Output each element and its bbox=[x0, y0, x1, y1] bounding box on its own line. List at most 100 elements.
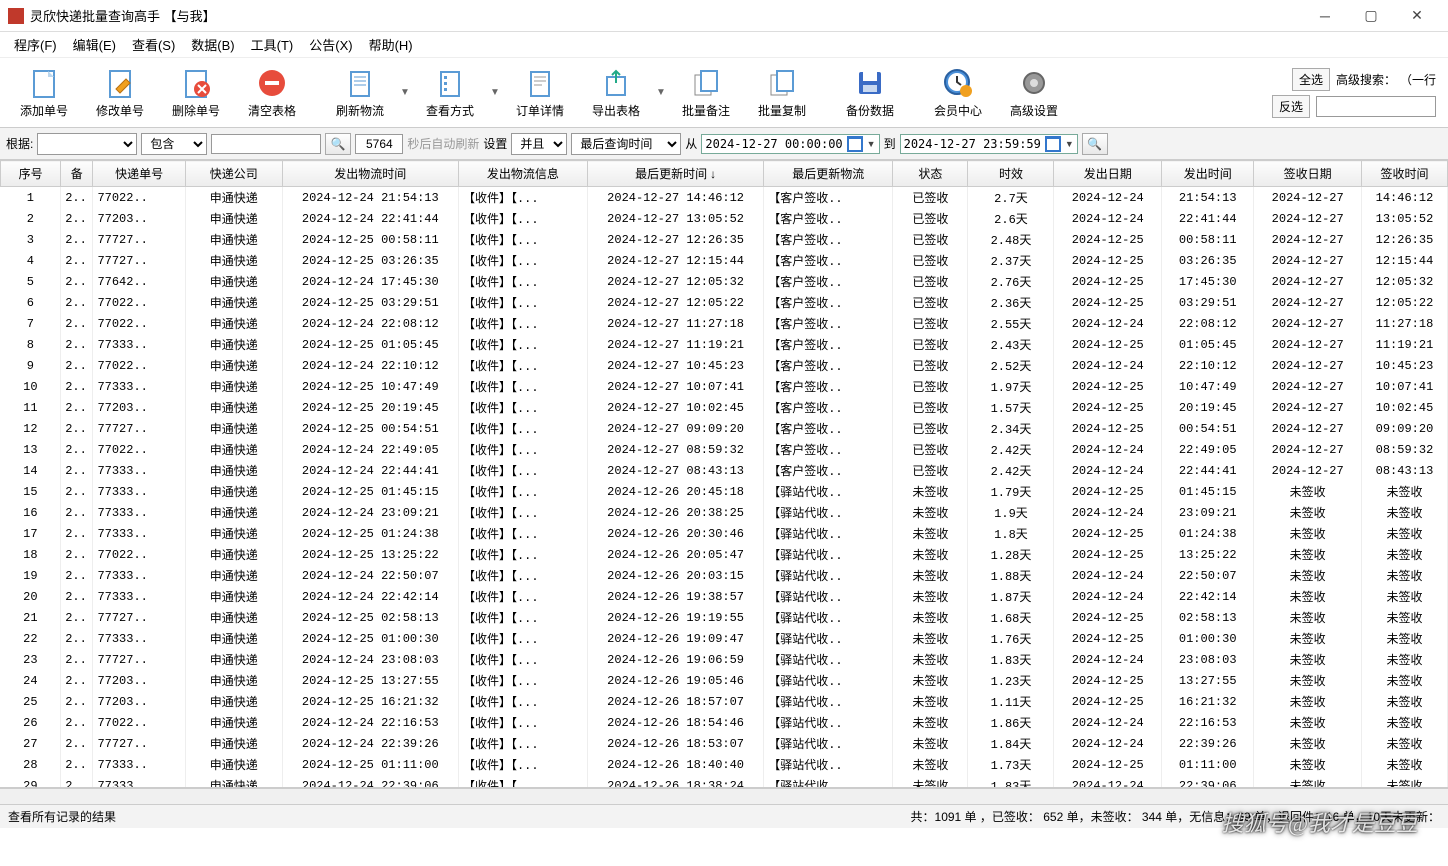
menu-help[interactable]: 帮助(H) bbox=[361, 32, 421, 57]
refresh-button[interactable]: 刷新物流 bbox=[324, 63, 396, 123]
lastquery-select[interactable]: 最后查询时间 bbox=[571, 133, 681, 155]
table-row[interactable]: 282..77333..申通快递2024-12-25 01:11:00【收件】【… bbox=[1, 754, 1448, 775]
table-row[interactable]: 202..77333..申通快递2024-12-24 22:42:14【收件】【… bbox=[1, 586, 1448, 607]
calendar-icon bbox=[847, 136, 863, 152]
dropdown-arrow-icon[interactable]: ▼ bbox=[488, 87, 502, 98]
data-table: 序号 备 快递单号 快递公司 发出物流时间 发出物流信息 最后更新时间 ↓ 最后… bbox=[0, 160, 1448, 788]
batchcopy-button[interactable]: 批量复制 bbox=[746, 63, 818, 123]
table-row[interactable]: 92..77022..申通快递2024-12-24 22:10:12【收件】【.… bbox=[1, 355, 1448, 376]
table-row[interactable]: 292..77333..申通快递2024-12-24 22:39:06【收件】【… bbox=[1, 775, 1448, 788]
count-input[interactable] bbox=[355, 134, 403, 154]
delete-number-button[interactable]: 删除单号 bbox=[160, 63, 232, 123]
minimize-button[interactable]: ─ bbox=[1302, 1, 1348, 31]
col-senttime[interactable]: 发出物流时间 bbox=[282, 161, 458, 187]
titlebar: 灵欣快递批量查询高手 【与我】 ─ ▢ ✕ bbox=[0, 0, 1448, 32]
date-to-input[interactable]: 2024-12-27 23:59:59 ▼ bbox=[900, 134, 1078, 154]
col-lastlog[interactable]: 最后更新物流 bbox=[764, 161, 893, 187]
col-sentdate[interactable]: 发出日期 bbox=[1054, 161, 1162, 187]
table-row[interactable]: 182..77022..申通快递2024-12-25 13:25:22【收件】【… bbox=[1, 544, 1448, 565]
table-row[interactable]: 232..77727..申通快递2024-12-24 23:08:03【收件】【… bbox=[1, 649, 1448, 670]
table-container: 序号 备 快递单号 快递公司 发出物流时间 发出物流信息 最后更新时间 ↓ 最后… bbox=[0, 160, 1448, 788]
document-add-icon bbox=[28, 67, 60, 99]
table-row[interactable]: 132..77022..申通快递2024-12-24 22:49:05【收件】【… bbox=[1, 439, 1448, 460]
advsearch-input[interactable] bbox=[1316, 96, 1436, 117]
export-icon bbox=[600, 67, 632, 99]
batchnote-button[interactable]: 批量备注 bbox=[670, 63, 742, 123]
genju-select[interactable] bbox=[37, 133, 137, 155]
settings-link[interactable]: 设置 bbox=[483, 135, 507, 152]
col-signdate[interactable]: 签收日期 bbox=[1254, 161, 1362, 187]
table-row[interactable]: 252..77203..申通快递2024-12-25 16:21:32【收件】【… bbox=[1, 691, 1448, 712]
maximize-button[interactable]: ▢ bbox=[1348, 1, 1394, 31]
menu-tools[interactable]: 工具(T) bbox=[243, 32, 302, 57]
menu-data[interactable]: 数据(B) bbox=[183, 32, 242, 57]
col-lastupdate[interactable]: 最后更新时间 ↓ bbox=[587, 161, 763, 187]
table-row[interactable]: 62..77022..申通快递2024-12-25 03:29:51【收件】【.… bbox=[1, 292, 1448, 313]
col-company[interactable]: 快递公司 bbox=[185, 161, 282, 187]
table-row[interactable]: 262..77022..申通快递2024-12-24 22:16:53【收件】【… bbox=[1, 712, 1448, 733]
table-row[interactable]: 42..77727..申通快递2024-12-25 03:26:35【收件】【.… bbox=[1, 250, 1448, 271]
copy-icon bbox=[766, 67, 798, 99]
table-row[interactable]: 242..77203..申通快递2024-12-25 13:27:55【收件】【… bbox=[1, 670, 1448, 691]
col-mark[interactable]: 备 bbox=[61, 161, 93, 187]
select-invert-button[interactable]: 反选 bbox=[1272, 95, 1310, 118]
document-edit-icon bbox=[104, 67, 136, 99]
horizontal-scrollbar[interactable] bbox=[0, 788, 1448, 804]
dropdown-arrow-icon[interactable]: ▼ bbox=[398, 87, 412, 98]
menubar: 程序(F) 编辑(E) 查看(S) 数据(B) 工具(T) 公告(X) 帮助(H… bbox=[0, 32, 1448, 58]
search-button[interactable]: 🔍 bbox=[325, 133, 351, 155]
export-button[interactable]: 导出表格 bbox=[580, 63, 652, 123]
genju-label: 根据: bbox=[6, 135, 33, 152]
table-row[interactable]: 192..77333..申通快递2024-12-24 22:50:07【收件】【… bbox=[1, 565, 1448, 586]
document-delete-icon bbox=[180, 67, 212, 99]
select-all-button[interactable]: 全选 bbox=[1292, 68, 1330, 91]
table-row[interactable]: 82..77333..申通快递2024-12-25 01:05:45【收件】【.… bbox=[1, 334, 1448, 355]
table-row[interactable]: 152..77333..申通快递2024-12-25 01:45:15【收件】【… bbox=[1, 481, 1448, 502]
table-row[interactable]: 142..77333..申通快递2024-12-24 22:44:41【收件】【… bbox=[1, 460, 1448, 481]
table-row[interactable]: 22..77203..申通快递2024-12-24 22:41:44【收件】【.… bbox=[1, 208, 1448, 229]
search-icon: 🔍 bbox=[331, 137, 346, 151]
and-select[interactable]: 并且 bbox=[511, 133, 567, 155]
menu-program[interactable]: 程序(F) bbox=[6, 32, 65, 57]
table-row[interactable]: 52..77642..申通快递2024-12-24 17:45:30【收件】【.… bbox=[1, 271, 1448, 292]
col-num[interactable]: 快递单号 bbox=[93, 161, 185, 187]
menu-view[interactable]: 查看(S) bbox=[124, 32, 183, 57]
backup-button[interactable]: 备份数据 bbox=[834, 63, 906, 123]
date-search-button[interactable]: 🔍 bbox=[1082, 133, 1108, 155]
col-sentinfo[interactable]: 发出物流信息 bbox=[458, 161, 587, 187]
menu-announce[interactable]: 公告(X) bbox=[301, 32, 360, 57]
col-seq[interactable]: 序号 bbox=[1, 161, 61, 187]
from-label: 从 bbox=[685, 135, 697, 152]
table-row[interactable]: 122..77727..申通快递2024-12-25 00:54:51【收件】【… bbox=[1, 418, 1448, 439]
table-row[interactable]: 272..77727..申通快递2024-12-24 22:39:26【收件】【… bbox=[1, 733, 1448, 754]
table-row[interactable]: 32..77727..申通快递2024-12-25 00:58:11【收件】【.… bbox=[1, 229, 1448, 250]
table-row[interactable]: 72..77022..申通快递2024-12-24 22:08:12【收件】【.… bbox=[1, 313, 1448, 334]
dropdown-arrow-icon[interactable]: ▼ bbox=[654, 87, 668, 98]
menu-edit[interactable]: 编辑(E) bbox=[65, 32, 124, 57]
date-from-input[interactable]: 2024-12-27 00:00:00 ▼ bbox=[701, 134, 879, 154]
table-row[interactable]: 222..77333..申通快递2024-12-25 01:00:30【收件】【… bbox=[1, 628, 1448, 649]
table-row[interactable]: 162..77333..申通快递2024-12-24 23:09:21【收件】【… bbox=[1, 502, 1448, 523]
close-button[interactable]: ✕ bbox=[1394, 1, 1440, 31]
member-button[interactable]: 会员中心 bbox=[922, 63, 994, 123]
clear-table-button[interactable]: 清空表格 bbox=[236, 63, 308, 123]
viewmode-button[interactable]: 查看方式 bbox=[414, 63, 486, 123]
detail-icon bbox=[524, 67, 556, 99]
table-header-row: 序号 备 快递单号 快递公司 发出物流时间 发出物流信息 最后更新时间 ↓ 最后… bbox=[1, 161, 1448, 187]
col-senthour[interactable]: 发出时间 bbox=[1161, 161, 1253, 187]
detail-button[interactable]: 订单详情 bbox=[504, 63, 576, 123]
col-signtime[interactable]: 签收时间 bbox=[1361, 161, 1447, 187]
add-number-button[interactable]: 添加单号 bbox=[8, 63, 80, 123]
table-row[interactable]: 212..77727..申通快递2024-12-25 02:58:13【收件】【… bbox=[1, 607, 1448, 628]
table-row[interactable]: 12..77022..申通快递2024-12-24 21:54:13【收件】【.… bbox=[1, 187, 1448, 209]
table-row[interactable]: 172..77333..申通快递2024-12-25 01:24:38【收件】【… bbox=[1, 523, 1448, 544]
col-eff[interactable]: 时效 bbox=[968, 161, 1054, 187]
table-row[interactable]: 102..77333..申通快递2024-12-25 10:47:49【收件】【… bbox=[1, 376, 1448, 397]
filter-text-input[interactable] bbox=[211, 134, 321, 154]
advset-button[interactable]: 高级设置 bbox=[998, 63, 1070, 123]
col-status[interactable]: 状态 bbox=[893, 161, 968, 187]
include-select[interactable]: 包含 bbox=[141, 133, 207, 155]
list-icon bbox=[434, 67, 466, 99]
modify-number-button[interactable]: 修改单号 bbox=[84, 63, 156, 123]
table-row[interactable]: 112..77203..申通快递2024-12-25 20:19:45【收件】【… bbox=[1, 397, 1448, 418]
